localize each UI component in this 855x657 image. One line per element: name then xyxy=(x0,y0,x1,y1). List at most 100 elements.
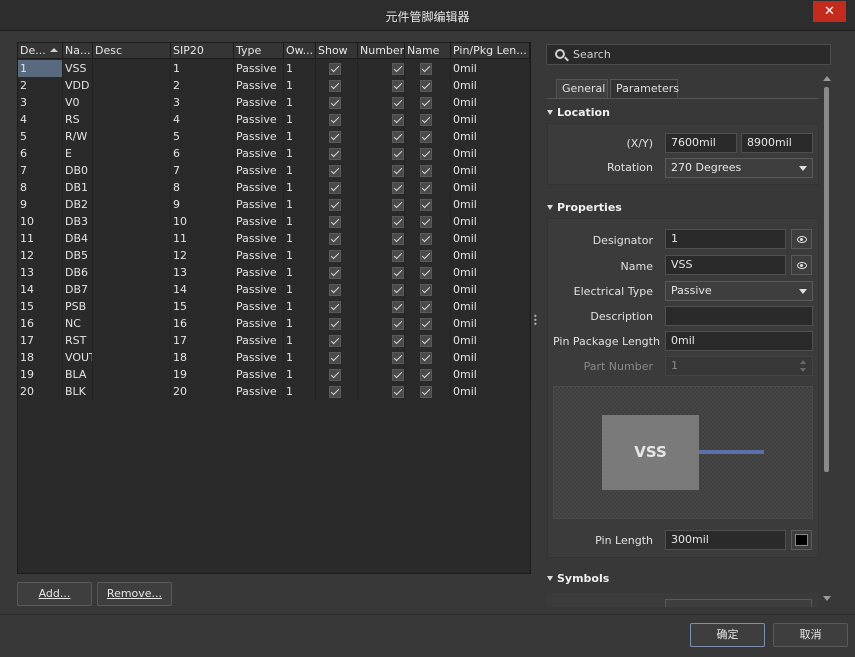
cell-des[interactable]: 14 xyxy=(18,281,63,298)
cell-des[interactable]: 8 xyxy=(18,179,63,196)
name-checkbox[interactable] xyxy=(420,80,432,92)
panel-scrollbar[interactable] xyxy=(822,76,832,606)
name-checkbox[interactable] xyxy=(420,284,432,296)
show-checkbox[interactable] xyxy=(329,386,341,398)
x-field[interactable]: 7600mil xyxy=(665,133,737,153)
cell-pkg[interactable]: 0mil xyxy=(451,332,530,349)
cell-desc[interactable] xyxy=(93,247,171,264)
number-checkbox[interactable] xyxy=(392,335,404,347)
show-checkbox[interactable] xyxy=(329,335,341,347)
cell-type[interactable]: Passive xyxy=(234,60,284,77)
table-row[interactable]: 19 BLA 19 Passive 1 0mil xyxy=(18,366,530,383)
cell-sip[interactable]: 18 xyxy=(171,349,234,366)
cell-pkg[interactable]: 0mil xyxy=(451,247,530,264)
cell-desc[interactable] xyxy=(93,213,171,230)
table-row[interactable]: 17 RST 17 Passive 1 0mil xyxy=(18,332,530,349)
cell-des[interactable]: 9 xyxy=(18,196,63,213)
name-checkbox[interactable] xyxy=(420,97,432,109)
show-checkbox[interactable] xyxy=(329,301,341,313)
show-checkbox[interactable] xyxy=(329,148,341,160)
scroll-down-icon[interactable] xyxy=(823,596,831,601)
name-checkbox[interactable] xyxy=(420,386,432,398)
pin-length-field[interactable]: 300mil xyxy=(665,530,786,550)
cell-type[interactable]: Passive xyxy=(234,94,284,111)
cell-pkg[interactable]: 0mil xyxy=(451,196,530,213)
cell-type[interactable]: Passive xyxy=(234,247,284,264)
cell-des[interactable]: 2 xyxy=(18,77,63,94)
name-checkbox[interactable] xyxy=(420,369,432,381)
name-checkbox[interactable] xyxy=(420,301,432,313)
cell-pkg[interactable]: 0mil xyxy=(451,179,530,196)
cell-desc[interactable] xyxy=(93,230,171,247)
table-row[interactable]: 14 DB7 14 Passive 1 0mil xyxy=(18,281,530,298)
column-header[interactable]: Type xyxy=(234,43,284,59)
cell-pkg[interactable]: 0mil xyxy=(451,349,530,366)
name-checkbox[interactable] xyxy=(420,335,432,347)
show-checkbox[interactable] xyxy=(329,63,341,75)
show-checkbox[interactable] xyxy=(329,233,341,245)
cell-pkg[interactable]: 0mil xyxy=(451,111,530,128)
cell-desc[interactable] xyxy=(93,128,171,145)
number-checkbox[interactable] xyxy=(392,182,404,194)
show-checkbox[interactable] xyxy=(329,165,341,177)
cell-owner[interactable]: 1 xyxy=(284,145,316,162)
show-checkbox[interactable] xyxy=(329,267,341,279)
column-header[interactable]: Number xyxy=(358,43,405,59)
cell-sip[interactable]: 7 xyxy=(171,162,234,179)
number-checkbox[interactable] xyxy=(392,80,404,92)
cell-desc[interactable] xyxy=(93,94,171,111)
cell-name[interactable]: BLA xyxy=(63,366,93,383)
table-row[interactable]: 6 E 6 Passive 1 0mil xyxy=(18,145,530,162)
cell-type[interactable]: Passive xyxy=(234,145,284,162)
cell-name[interactable]: R/W xyxy=(63,128,93,145)
cell-sip[interactable]: 9 xyxy=(171,196,234,213)
cell-pkg[interactable]: 0mil xyxy=(451,213,530,230)
table-row[interactable]: 5 R/W 5 Passive 1 0mil xyxy=(18,128,530,145)
show-checkbox[interactable] xyxy=(329,250,341,262)
table-row[interactable]: 18 VOUT 18 Passive 1 0mil xyxy=(18,349,530,366)
column-header[interactable]: Na... xyxy=(63,43,93,59)
number-checkbox[interactable] xyxy=(392,352,404,364)
cell-type[interactable]: Passive xyxy=(234,128,284,145)
cell-desc[interactable] xyxy=(93,366,171,383)
cell-des[interactable]: 12 xyxy=(18,247,63,264)
column-header[interactable]: Name xyxy=(405,43,451,59)
close-button[interactable]: ✕ xyxy=(813,1,846,22)
cell-pkg[interactable]: 0mil xyxy=(451,128,530,145)
cell-des[interactable]: 16 xyxy=(18,315,63,332)
table-row[interactable]: 11 DB4 11 Passive 1 0mil xyxy=(18,230,530,247)
ok-button[interactable]: 确定 xyxy=(690,623,765,647)
cell-name[interactable]: DB0 xyxy=(63,162,93,179)
show-checkbox[interactable] xyxy=(329,369,341,381)
cancel-button[interactable]: 取消 xyxy=(773,623,848,647)
cell-name[interactable]: VDD xyxy=(63,77,93,94)
name-field[interactable]: VSS xyxy=(665,255,786,275)
cell-sip[interactable]: 3 xyxy=(171,94,234,111)
cell-desc[interactable] xyxy=(93,77,171,94)
number-checkbox[interactable] xyxy=(392,131,404,143)
name-checkbox[interactable] xyxy=(420,318,432,330)
name-visibility-button[interactable] xyxy=(791,255,812,275)
table-row[interactable]: 3 V0 3 Passive 1 0mil xyxy=(18,94,530,111)
symbols-section-header[interactable]: Symbols xyxy=(547,572,609,585)
cell-desc[interactable] xyxy=(93,145,171,162)
cell-name[interactable]: PSB xyxy=(63,298,93,315)
table-row[interactable]: 13 DB6 13 Passive 1 0mil xyxy=(18,264,530,281)
number-checkbox[interactable] xyxy=(392,284,404,296)
name-checkbox[interactable] xyxy=(420,182,432,194)
show-checkbox[interactable] xyxy=(329,182,341,194)
cell-sip[interactable]: 15 xyxy=(171,298,234,315)
cell-pkg[interactable]: 0mil xyxy=(451,94,530,111)
add-button[interactable]: Add... xyxy=(17,582,92,606)
table-row[interactable]: 12 DB5 12 Passive 1 0mil xyxy=(18,247,530,264)
table-row[interactable]: 15 PSB 15 Passive 1 0mil xyxy=(18,298,530,315)
cell-owner[interactable]: 1 xyxy=(284,77,316,94)
show-checkbox[interactable] xyxy=(329,97,341,109)
name-checkbox[interactable] xyxy=(420,131,432,143)
cell-type[interactable]: Passive xyxy=(234,264,284,281)
tab-general[interactable]: General xyxy=(556,79,608,98)
pin-package-length-field[interactable]: 0mil xyxy=(665,331,813,351)
table-row[interactable]: 7 DB0 7 Passive 1 0mil xyxy=(18,162,530,179)
show-checkbox[interactable] xyxy=(329,131,341,143)
cell-pkg[interactable]: 0mil xyxy=(451,162,530,179)
